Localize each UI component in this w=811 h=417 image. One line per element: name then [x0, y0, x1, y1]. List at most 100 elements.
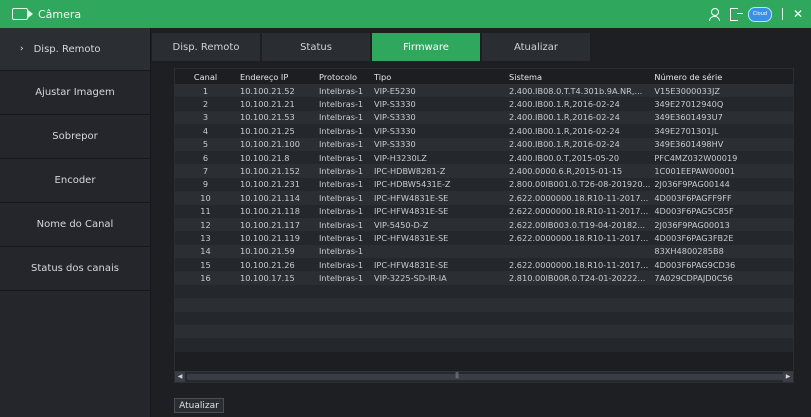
table-cell — [236, 284, 315, 299]
table-row[interactable]: 1 10.100.21.52 Intelbras-1 VIP-E5230 2.400.I… — [175, 84, 793, 98]
table-header: Canal Endereço IP Protocolo Tipo Sistema… — [175, 69, 793, 84]
sidebar-item-status-dos-canais[interactable]: Status dos canais — [0, 247, 150, 291]
table-cell: 13 — [175, 231, 236, 245]
table-cell — [175, 284, 236, 299]
table-cell: 10.100.21.52 — [236, 84, 315, 98]
refresh-button[interactable]: Atualizar — [174, 398, 224, 413]
table-row[interactable]: 16 10.100.17.15 Intelbras-1 VIP-3225-SD-IR-… — [175, 271, 793, 285]
table-cell — [315, 311, 370, 326]
table-cell: 6 — [175, 150, 236, 165]
table-cell: 2.800.00IB001.0.T26-08-201920... — [505, 177, 651, 192]
table-cell: IPC-HFW4831E-SE — [370, 231, 505, 245]
table-row[interactable]: 15 10.100.21.26 Intelbras-1 IPC-HFW4831E-SE… — [175, 258, 793, 272]
table-cell — [175, 298, 236, 312]
table-cell — [175, 338, 236, 352]
table-row[interactable]: 6 10.100.21.8 Intelbras-1 VIP-H3230LZ 2.400.… — [175, 150, 793, 165]
tab-disp-remoto[interactable]: Disp. Remoto — [152, 33, 260, 61]
empty-row — [175, 325, 793, 339]
table-row[interactable]: 2 10.100.21.21 Intelbras-1 VIP-S3330 2.400.I… — [175, 97, 793, 111]
table-cell: 10.100.21.26 — [236, 258, 315, 272]
col-header-ip[interactable]: Endereço IP — [236, 69, 315, 84]
sidebar-item-sobrepor[interactable]: Sobrepor — [0, 115, 150, 159]
table-cell: 10.100.21.8 — [236, 150, 315, 165]
table-cell: IPC-HDBW8281-Z — [370, 164, 505, 178]
col-header-canal[interactable]: Canal — [175, 69, 236, 84]
scroll-right-icon[interactable]: ▶ — [783, 372, 793, 382]
scrollbar-thumb[interactable] — [187, 372, 785, 380]
sidebar-item-nome-do-canal[interactable]: Nome do Canal — [0, 203, 150, 247]
table-cell: Intelbras-1 — [315, 217, 370, 232]
table-cell: Intelbras-1 — [315, 204, 370, 218]
table-cell — [236, 298, 315, 312]
table-cell: 7A029CDPAJD0C56 — [650, 271, 793, 285]
table-cell — [370, 325, 505, 339]
sidebar-item-disp-remoto[interactable]: › Disp. Remoto — [0, 28, 150, 71]
table-cell — [370, 298, 505, 312]
table-cell: 349E2701301JL — [650, 124, 793, 138]
table-cell: 2.622.0000000.18.R10-11-2017... — [505, 204, 651, 218]
sidebar-item-label: Nome do Canal — [36, 219, 114, 230]
col-header-protocolo[interactable]: Protocolo — [315, 69, 370, 84]
sidebar-item-label: Status dos canais — [31, 263, 119, 274]
col-header-serie[interactable]: Número de série — [650, 69, 793, 84]
table-cell: 11 — [175, 204, 236, 218]
table-cell: Intelbras-1 — [315, 137, 370, 151]
table-cell: PFC4MZ032W00019 — [650, 150, 793, 165]
table-cell: 10 — [175, 191, 236, 205]
table-cell: 2.400.IB00.1.R,2016-02-24 — [505, 97, 651, 111]
table-cell — [505, 244, 651, 259]
table-cell — [370, 338, 505, 352]
table-cell — [175, 325, 236, 339]
table-cell — [650, 311, 793, 326]
table-cell: 2 — [175, 97, 236, 111]
table-cell: 4D003F6PAG5C85F — [650, 204, 793, 218]
table-row[interactable]: 12 10.100.21.117 Intelbras-1 VIP-5450-D-Z 2.… — [175, 217, 793, 232]
table-cell — [505, 284, 651, 299]
table-cell: 10.100.21.119 — [236, 231, 315, 245]
table-row[interactable]: 14 10.100.21.59 Intelbras-1 83XH4800285B8 — [175, 244, 793, 259]
table-row[interactable]: 13 10.100.21.119 Intelbras-1 IPC-HFW4831E-S… — [175, 231, 793, 245]
tab-firmware[interactable]: Firmware — [372, 33, 480, 61]
table-cell: Intelbras-1 — [315, 110, 370, 125]
sidebar-item-label: Encoder — [54, 175, 96, 186]
col-header-sistema[interactable]: Sistema — [505, 69, 651, 84]
table-cell: Intelbras-1 — [315, 177, 370, 192]
camera-icon — [12, 8, 33, 20]
horizontal-scrollbar[interactable]: ◀ ▶ — [175, 371, 793, 382]
table-cell: 10.100.21.25 — [236, 124, 315, 138]
close-icon[interactable]: ✕ — [793, 7, 803, 21]
table-cell: 1 — [175, 84, 236, 98]
table-row[interactable]: 4 10.100.21.25 Intelbras-1 VIP-S3330 2.400.I… — [175, 124, 793, 138]
table-cell: 10.100.21.117 — [236, 217, 315, 232]
table-row[interactable]: 3 10.100.21.53 Intelbras-1 VIP-S3330 2.400.I… — [175, 110, 793, 125]
col-header-tipo[interactable]: Tipo — [370, 69, 505, 84]
tab-status[interactable]: Status — [262, 33, 370, 61]
cloud-icon[interactable]: Cloud — [747, 6, 772, 22]
table-cell — [650, 325, 793, 339]
table-cell — [505, 311, 651, 326]
table-cell: 10.100.21.114 — [236, 191, 315, 205]
exit-icon[interactable] — [729, 7, 743, 21]
table-cell: 10.100.21.21 — [236, 97, 315, 111]
sidebar-item-ajustar-imagem[interactable]: Ajustar Imagem — [0, 71, 150, 115]
table-cell: VIP-5450-D-Z — [370, 217, 505, 232]
table-cell: 10.100.21.231 — [236, 177, 315, 192]
table-row[interactable]: 10 10.100.21.114 Intelbras-1 IPC-HFW4831E-S… — [175, 191, 793, 205]
table-cell: 2.400.0000.6.R,2015-01-15 — [505, 164, 651, 178]
sidebar-item-encoder[interactable]: Encoder — [0, 159, 150, 203]
table-cell: Intelbras-1 — [315, 231, 370, 245]
table-row[interactable]: 9 10.100.21.231 Intelbras-1 IPC-HDBW5431E-Z… — [175, 177, 793, 192]
table-row[interactable]: 7 10.100.21.152 Intelbras-1 IPC-HDBW8281-Z 2… — [175, 164, 793, 178]
table-cell — [315, 284, 370, 299]
tab-atualizar[interactable]: Atualizar — [482, 33, 590, 61]
scroll-left-icon[interactable]: ◀ — [175, 372, 185, 382]
table-cell: IPC-HFW4831E-SE — [370, 191, 505, 205]
table-cell — [315, 298, 370, 312]
table-cell: VIP-3225-SD-IR-IA — [370, 271, 505, 285]
table-cell — [315, 338, 370, 352]
user-icon[interactable] — [708, 8, 720, 21]
table-cell: 5 — [175, 137, 236, 151]
table-row[interactable]: 5 10.100.21.100 Intelbras-1 VIP-S3330 2.400.… — [175, 137, 793, 151]
table-row[interactable]: 11 10.100.21.118 Intelbras-1 IPC-HFW4831E-S… — [175, 204, 793, 218]
table-cell: 1C001EEPAW00001 — [650, 164, 793, 178]
